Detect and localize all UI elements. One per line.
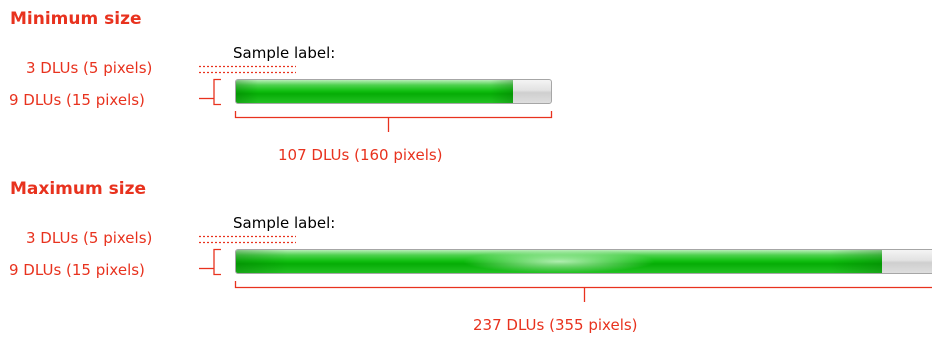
spacing-annotation: 3 DLUs (5 pixels) bbox=[26, 59, 153, 77]
height-annotation: 9 DLUs (15 pixels) bbox=[9, 261, 145, 279]
width-bracket bbox=[234, 111, 553, 119]
maximum-size-section: Maximum size Sample label: 3 DLUs (5 pix… bbox=[0, 170, 932, 340]
height-annotation: 9 DLUs (15 pixels) bbox=[9, 91, 145, 109]
spacing-annotation: 3 DLUs (5 pixels) bbox=[26, 229, 153, 247]
progress-bar bbox=[235, 79, 552, 104]
height-bracket bbox=[213, 78, 221, 106]
minimum-size-section: Minimum size Sample label: 3 DLUs (5 pix… bbox=[0, 0, 932, 170]
width-annotation: 237 DLUs (355 pixels) bbox=[473, 316, 638, 334]
progress-bar-fill bbox=[236, 250, 883, 273]
progress-bar bbox=[235, 249, 932, 274]
height-bracket bbox=[213, 248, 221, 276]
progress-bar-fill bbox=[236, 80, 514, 103]
width-bracket bbox=[234, 281, 932, 289]
width-annotation: 107 DLUs (160 pixels) bbox=[278, 146, 443, 164]
